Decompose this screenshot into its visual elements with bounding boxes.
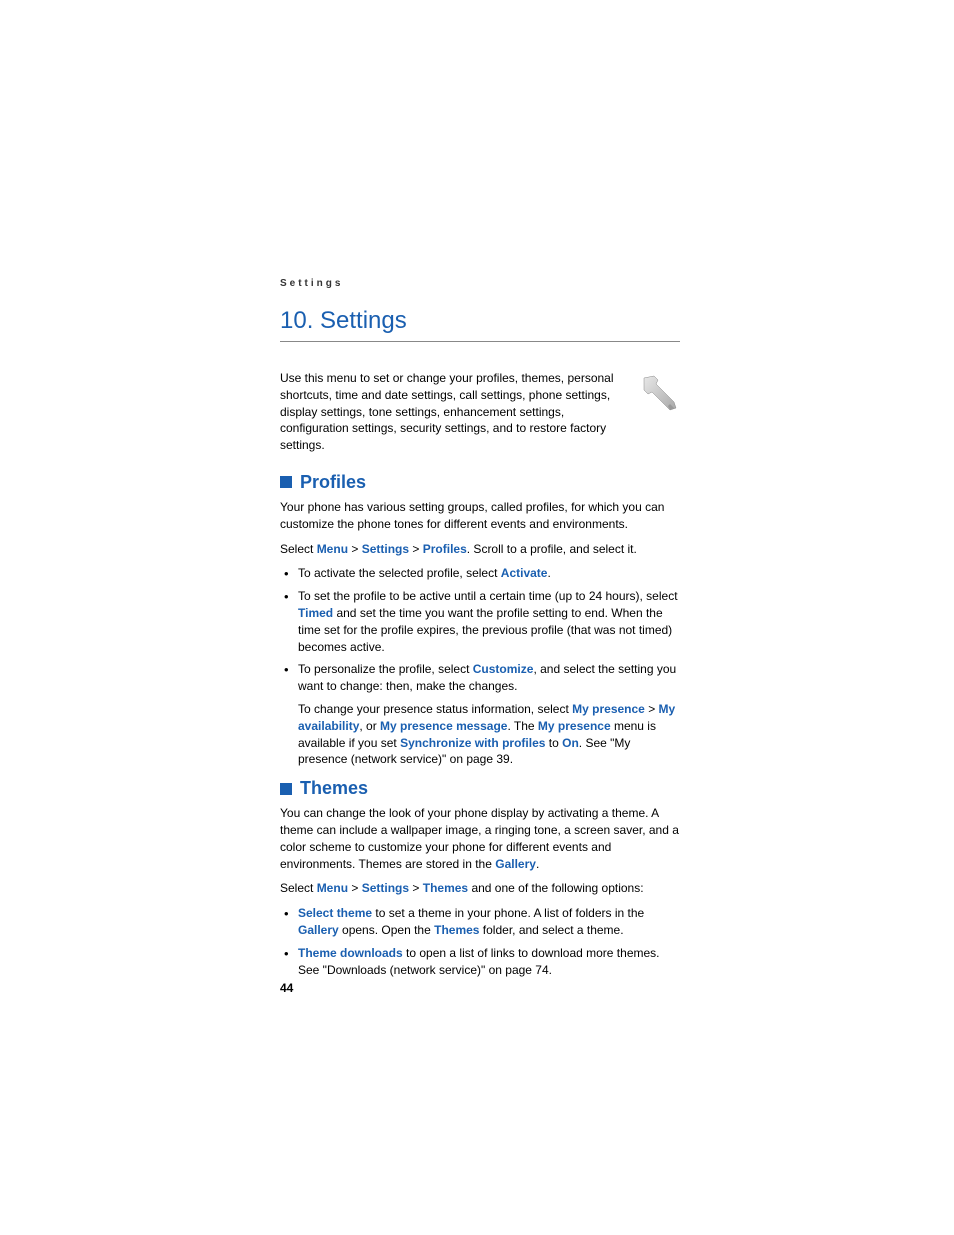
running-header: Settings bbox=[280, 278, 680, 289]
presence-paragraph: To change your presence status informati… bbox=[298, 701, 680, 768]
square-bullet-icon bbox=[280, 783, 292, 795]
settings-link[interactable]: Settings bbox=[362, 881, 409, 895]
gallery-link[interactable]: Gallery bbox=[495, 857, 536, 871]
timed-link[interactable]: Timed bbox=[298, 606, 333, 620]
intro-row: Use this menu to set or change your prof… bbox=[280, 370, 680, 454]
list-item: To personalize the profile, select Custo… bbox=[298, 661, 680, 768]
themes-intro: You can change the look of your phone di… bbox=[280, 805, 680, 872]
menu-link[interactable]: Menu bbox=[317, 542, 348, 556]
text: to bbox=[545, 736, 562, 750]
intro-text: Use this menu to set or change your prof… bbox=[280, 370, 614, 454]
profiles-bullets: To activate the selected profile, select… bbox=[280, 565, 680, 768]
profiles-link[interactable]: Profiles bbox=[423, 542, 467, 556]
text: . bbox=[536, 857, 539, 871]
text: To set the profile to be active until a … bbox=[298, 589, 678, 603]
activate-link[interactable]: Activate bbox=[501, 566, 548, 580]
chapter-title: 10. Settings bbox=[280, 307, 680, 342]
text: > bbox=[645, 702, 659, 716]
text: . The bbox=[507, 719, 537, 733]
list-item: To activate the selected profile, select… bbox=[298, 565, 680, 582]
page-content: Settings 10. Settings Use this menu to s… bbox=[280, 278, 680, 986]
profiles-intro: Your phone has various setting groups, c… bbox=[280, 499, 680, 533]
text: folder, and select a theme. bbox=[479, 923, 623, 937]
my-presence-link[interactable]: My presence bbox=[572, 702, 645, 716]
themes-title: Themes bbox=[300, 778, 368, 799]
text: To personalize the profile, select bbox=[298, 662, 473, 676]
text: > bbox=[409, 881, 423, 895]
text: > bbox=[348, 881, 362, 895]
on-link[interactable]: On bbox=[562, 736, 579, 750]
themes-link[interactable]: Themes bbox=[423, 881, 468, 895]
text: to set a theme in your phone. A list of … bbox=[372, 906, 644, 920]
page-number: 44 bbox=[280, 981, 293, 995]
square-bullet-icon bbox=[280, 476, 292, 488]
text: To activate the selected profile, select bbox=[298, 566, 501, 580]
text: You can change the look of your phone di… bbox=[280, 806, 679, 870]
theme-downloads-link[interactable]: Theme downloads bbox=[298, 946, 403, 960]
text: opens. Open the bbox=[339, 923, 434, 937]
themes-select-path: Select Menu > Settings > Themes and one … bbox=[280, 880, 680, 897]
text: . Scroll to a profile, and select it. bbox=[467, 542, 637, 556]
my-presence-link-2[interactable]: My presence bbox=[538, 719, 611, 733]
settings-icon bbox=[634, 370, 680, 416]
text: and one of the following options: bbox=[468, 881, 643, 895]
text: , or bbox=[359, 719, 380, 733]
list-item: Select theme to set a theme in your phon… bbox=[298, 905, 680, 939]
menu-link[interactable]: Menu bbox=[317, 881, 348, 895]
profiles-select-path: Select Menu > Settings > Profiles. Scrol… bbox=[280, 541, 680, 558]
gallery-link-2[interactable]: Gallery bbox=[298, 923, 339, 937]
list-item: To set the profile to be active until a … bbox=[298, 588, 680, 655]
profiles-header: Profiles bbox=[280, 472, 680, 493]
themes-bullets: Select theme to set a theme in your phon… bbox=[280, 905, 680, 978]
my-presence-message-link[interactable]: My presence message bbox=[380, 719, 507, 733]
text: and set the time you want the profile se… bbox=[298, 606, 672, 654]
select-theme-link[interactable]: Select theme bbox=[298, 906, 372, 920]
text: . bbox=[547, 566, 550, 580]
text: To change your presence status informati… bbox=[298, 702, 572, 716]
customize-link[interactable]: Customize bbox=[473, 662, 534, 676]
synchronize-link[interactable]: Synchronize with profiles bbox=[400, 736, 545, 750]
text: > bbox=[348, 542, 362, 556]
profiles-title: Profiles bbox=[300, 472, 366, 493]
text: > bbox=[409, 542, 423, 556]
settings-link[interactable]: Settings bbox=[362, 542, 409, 556]
themes-folder-link[interactable]: Themes bbox=[434, 923, 479, 937]
list-item: Theme downloads to open a list of links … bbox=[298, 945, 680, 979]
text: Select bbox=[280, 881, 317, 895]
themes-header: Themes bbox=[280, 778, 680, 799]
text: Select bbox=[280, 542, 317, 556]
